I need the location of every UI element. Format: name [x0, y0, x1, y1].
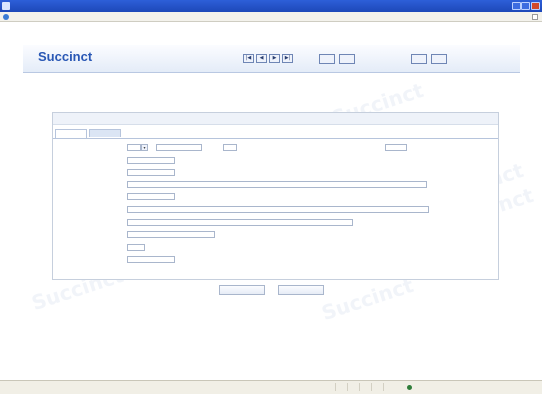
field-input-1b[interactable] [156, 144, 202, 151]
form-row-1: ▾ [53, 143, 498, 153]
internet-zone-icon [407, 385, 412, 390]
field-input-6[interactable] [127, 206, 429, 213]
toolbar-btn-3[interactable] [359, 54, 375, 64]
panel-title-bar [53, 113, 498, 125]
address-dropdown[interactable] [532, 14, 538, 20]
tab-1[interactable] [55, 129, 87, 138]
form-row-10 [53, 255, 498, 265]
form-actions [0, 285, 542, 297]
save-button[interactable] [219, 285, 265, 295]
order-form-panel: ▾ [52, 112, 499, 280]
field-input-10[interactable] [127, 256, 175, 263]
form-row-7 [53, 218, 498, 228]
brand-logo: Succinct [38, 49, 93, 64]
form-row-9 [53, 243, 498, 253]
prev-record-button[interactable]: ◀ [256, 54, 267, 63]
toolbar-btn-2[interactable] [339, 54, 355, 64]
field-input-4[interactable] [127, 181, 427, 188]
form-row-5 [53, 192, 498, 202]
field-input-7[interactable] [127, 219, 353, 226]
next-record-button[interactable]: ▶ [269, 54, 280, 63]
form-row-6 [53, 205, 498, 215]
browser-page: Succinct Succinct Succinct Succinct Succ… [0, 22, 542, 380]
field-input-1a[interactable] [127, 144, 141, 151]
maximize-button[interactable] [521, 2, 530, 10]
form-row-4 [53, 180, 498, 190]
close-window-button[interactable] [531, 2, 540, 10]
status-divider [359, 383, 370, 391]
form-row-3 [53, 168, 498, 178]
form-row-2 [53, 156, 498, 166]
stepper-button[interactable]: ▾ [141, 144, 148, 151]
window-titlebar [0, 0, 542, 12]
app-header: Succinct |◀ ◀ ▶ ▶| [23, 45, 520, 73]
ie-app-icon [2, 2, 10, 10]
cancel-button[interactable] [278, 285, 324, 295]
page-icon [3, 14, 9, 20]
field-input-2[interactable] [127, 157, 175, 164]
status-divider [347, 383, 358, 391]
minimize-button[interactable] [512, 2, 521, 10]
status-divider [371, 383, 382, 391]
toolbar-btn-1[interactable] [319, 54, 335, 64]
field-input-1d[interactable] [385, 144, 407, 151]
field-input-5[interactable] [127, 193, 175, 200]
toolbar-btn-6[interactable] [411, 54, 427, 64]
toolbar-btn-7[interactable] [431, 54, 447, 64]
watermark: Succinct [318, 272, 417, 326]
status-bar [0, 380, 542, 394]
field-input-3[interactable] [127, 169, 175, 176]
first-record-button[interactable]: |◀ [243, 54, 254, 63]
toolbar-btn-5[interactable] [393, 54, 409, 64]
field-input-9[interactable] [127, 244, 145, 251]
status-divider [335, 383, 346, 391]
tab-strip [53, 129, 498, 139]
toolbar-btn-4[interactable] [376, 54, 392, 64]
tab-2[interactable] [89, 129, 121, 137]
last-record-button[interactable]: ▶| [282, 54, 293, 63]
form-row-8 [53, 230, 498, 240]
status-divider [383, 383, 394, 391]
field-input-8[interactable] [127, 231, 215, 238]
address-bar[interactable] [0, 12, 542, 22]
field-input-1c[interactable] [223, 144, 237, 151]
